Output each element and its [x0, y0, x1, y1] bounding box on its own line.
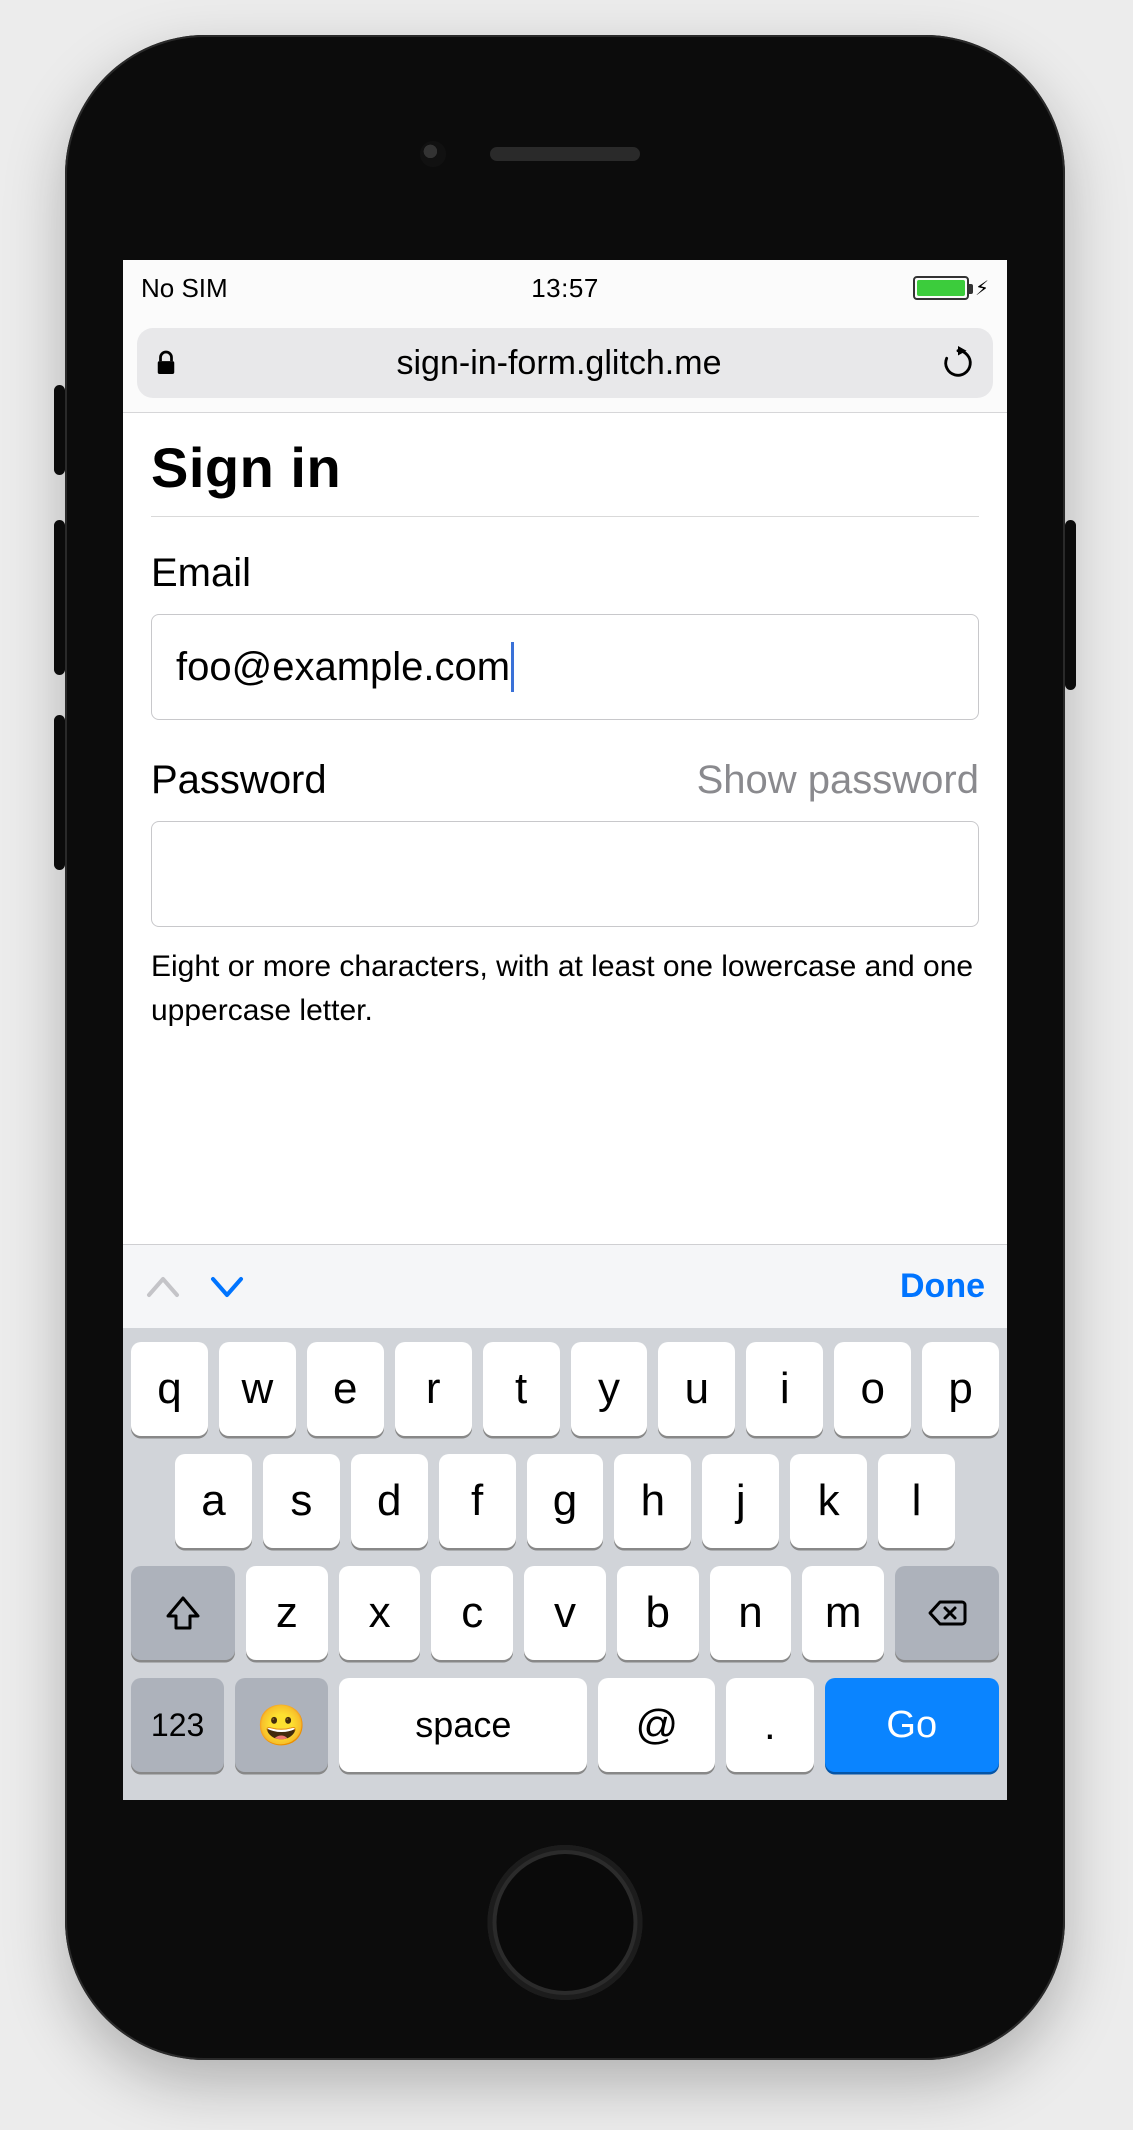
key-m[interactable]: m: [802, 1566, 884, 1660]
reload-icon[interactable]: [941, 346, 975, 380]
volume-up-button: [54, 520, 65, 675]
home-button[interactable]: [488, 1845, 643, 2000]
key-c[interactable]: c: [431, 1566, 513, 1660]
page-title: Sign in: [151, 435, 979, 517]
key-123[interactable]: 123: [131, 1678, 224, 1772]
key-k[interactable]: k: [790, 1454, 867, 1548]
volume-down-button: [54, 715, 65, 870]
lock-icon: [155, 350, 177, 376]
key-l[interactable]: l: [878, 1454, 955, 1548]
browser-toolbar: sign-in-form.glitch.me: [123, 316, 1007, 413]
key-e[interactable]: e: [307, 1342, 384, 1436]
key-d[interactable]: d: [351, 1454, 428, 1548]
earpiece-speaker: [490, 147, 640, 161]
front-camera: [420, 141, 446, 167]
key-emoji[interactable]: 😀: [235, 1678, 328, 1772]
key-go[interactable]: Go: [825, 1678, 1000, 1772]
key-s[interactable]: s: [263, 1454, 340, 1548]
key-b[interactable]: b: [617, 1566, 699, 1660]
key-x[interactable]: x: [339, 1566, 421, 1660]
email-label: Email: [151, 551, 979, 596]
keyboard: qwertyuiop asdfghjkl zxcvbnm 123 😀 space: [123, 1328, 1007, 1800]
key-t[interactable]: t: [483, 1342, 560, 1436]
status-bar: No SIM 13:57 ⚡︎: [123, 260, 1007, 316]
charging-icon: ⚡︎: [975, 276, 989, 301]
carrier-text: No SIM: [141, 273, 228, 304]
screen: No SIM 13:57 ⚡︎ sign-in-form.glitch.me: [123, 260, 1007, 1800]
key-p[interactable]: p: [922, 1342, 999, 1436]
key-u[interactable]: u: [658, 1342, 735, 1436]
key-q[interactable]: q: [131, 1342, 208, 1436]
password-label: Password: [151, 758, 327, 803]
password-field[interactable]: [151, 821, 979, 927]
address-bar[interactable]: sign-in-form.glitch.me: [137, 328, 993, 398]
battery-icon: [913, 276, 969, 300]
key-at[interactable]: @: [598, 1678, 715, 1772]
keyboard-done-button[interactable]: Done: [900, 1267, 985, 1306]
key-w[interactable]: w: [219, 1342, 296, 1436]
email-field[interactable]: [151, 614, 979, 720]
key-shift[interactable]: [131, 1566, 235, 1660]
key-a[interactable]: a: [175, 1454, 252, 1548]
mute-switch: [54, 385, 65, 475]
password-hint: Eight or more characters, with at least …: [151, 945, 979, 1052]
key-z[interactable]: z: [246, 1566, 328, 1660]
key-space[interactable]: space: [339, 1678, 587, 1772]
page-content: Sign in Email Password Show password Eig…: [123, 413, 1007, 1052]
url-text: sign-in-form.glitch.me: [191, 344, 927, 383]
keyboard-accessory-bar: Done: [123, 1244, 1007, 1328]
key-n[interactable]: n: [710, 1566, 792, 1660]
power-button: [1065, 520, 1076, 690]
key-f[interactable]: f: [439, 1454, 516, 1548]
key-h[interactable]: h: [614, 1454, 691, 1548]
key-g[interactable]: g: [527, 1454, 604, 1548]
key-backspace[interactable]: [895, 1566, 999, 1660]
key-o[interactable]: o: [834, 1342, 911, 1436]
phone-frame: No SIM 13:57 ⚡︎ sign-in-form.glitch.me: [65, 35, 1065, 2060]
key-r[interactable]: r: [395, 1342, 472, 1436]
key-v[interactable]: v: [524, 1566, 606, 1660]
clock-text: 13:57: [531, 273, 599, 303]
key-y[interactable]: y: [571, 1342, 648, 1436]
key-j[interactable]: j: [702, 1454, 779, 1548]
prev-field-icon: [145, 1273, 181, 1301]
show-password-button[interactable]: Show password: [697, 758, 979, 803]
key-dot[interactable]: .: [726, 1678, 813, 1772]
next-field-icon[interactable]: [209, 1273, 245, 1301]
key-i[interactable]: i: [746, 1342, 823, 1436]
